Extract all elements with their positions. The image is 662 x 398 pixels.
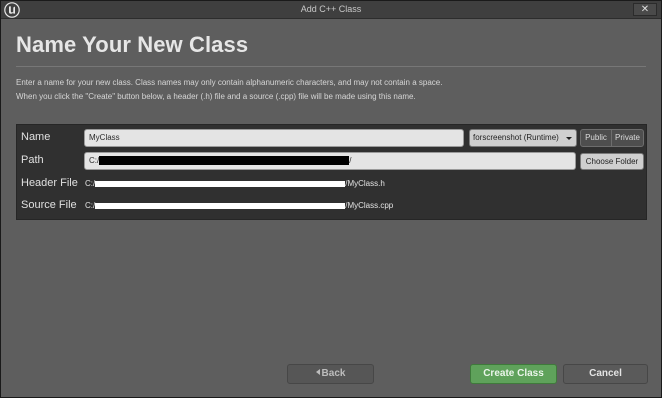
- class-name-input[interactable]: MyClass: [84, 129, 464, 147]
- header-file-label: Header File: [21, 177, 78, 189]
- cancel-button[interactable]: Cancel: [563, 364, 648, 384]
- header-suffix: /MyClass.h: [345, 179, 385, 188]
- redacted-source-path: [95, 202, 346, 209]
- back-button[interactable]: Back: [287, 364, 374, 384]
- path-label: Path: [21, 154, 44, 166]
- path-input[interactable]: C:/ /: [84, 152, 576, 170]
- public-toggle[interactable]: Public: [581, 130, 612, 146]
- window-title: Add C++ Class: [300, 4, 362, 14]
- source-file-path: C:/ /MyClass.cpp: [85, 201, 393, 210]
- redacted-header-path: [95, 180, 346, 187]
- redacted-path: [99, 156, 350, 166]
- header-prefix: C:/: [85, 179, 96, 188]
- module-dropdown-value: forscreenshot (Runtime): [473, 133, 559, 142]
- path-prefix: C:/: [89, 156, 100, 165]
- back-arrow-icon: [315, 369, 320, 375]
- create-class-button[interactable]: Create Class: [470, 364, 557, 384]
- path-suffix: /: [349, 156, 352, 165]
- description-line-1: Enter a name for your new class. Class n…: [16, 78, 443, 87]
- source-file-label: Source File: [21, 199, 77, 211]
- module-dropdown[interactable]: forscreenshot (Runtime): [469, 129, 577, 147]
- close-icon: ✕: [640, 4, 650, 15]
- class-settings-panel: Name MyClass forscreenshot (Runtime) Pub…: [16, 124, 647, 220]
- back-button-label: Back: [321, 368, 346, 379]
- chevron-down-icon: [566, 137, 572, 140]
- close-button[interactable]: ✕: [633, 3, 657, 16]
- class-name-value: MyClass: [89, 133, 120, 142]
- choose-folder-button[interactable]: Choose Folder: [580, 153, 644, 170]
- name-label: Name: [21, 131, 51, 143]
- heading-divider: [16, 66, 646, 67]
- source-prefix: C:/: [85, 201, 96, 210]
- description-line-2: When you click the "Create" button below…: [16, 92, 416, 101]
- add-class-dialog: Add C++ Class ✕ Name Your New Class Ente…: [0, 0, 662, 398]
- page-title: Name Your New Class: [16, 32, 249, 57]
- private-toggle[interactable]: Private: [612, 130, 643, 146]
- source-suffix: /MyClass.cpp: [345, 201, 394, 210]
- header-file-path: C:/ /MyClass.h: [85, 179, 385, 188]
- visibility-toggle: Public Private: [580, 129, 644, 147]
- title-bar[interactable]: Add C++ Class ✕: [1, 1, 661, 19]
